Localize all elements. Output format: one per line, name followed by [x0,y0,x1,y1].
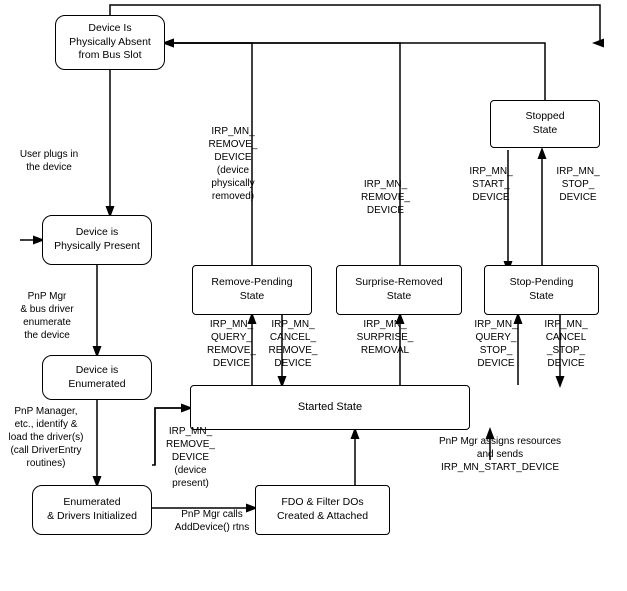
label-pnp-resources: PnP Mgr assigns resourcesand sendsIRP_MN… [400,435,600,474]
label-irp-query-stop: IRP_MN_QUERY_STOP_DEVICE [462,318,530,370]
box-started: Started State [190,385,470,430]
box-surprise-removed: Surprise-Removed State [336,265,462,315]
label-irp-start-device: IRP_MN_START_DEVICE [456,165,526,204]
box-stop-pending: Stop-Pending State [484,265,599,315]
box-drivers: Enumerated & Drivers Initialized [32,485,152,535]
box-present: Device is Physically Present [42,215,152,265]
label-plug: User plugs inthe device [5,148,93,174]
state-diagram: Device Is Physically Absent from Bus Slo… [0,0,627,591]
label-irp-cancel-stop: IRP_MN_CANCEL_STOP_DEVICE [530,318,602,370]
box-stopped: Stopped State [490,100,600,148]
box-enumerated: Device is Enumerated [42,355,152,400]
box-remove-pending: Remove-Pending State [192,265,312,315]
label-irp-remove-present: IRP_MN_REMOVE_DEVICE(devicepresent) [153,425,228,490]
label-irp-surprise-removal: IRP_MN_SURPRISE_REMOVAL [340,318,430,357]
label-irp-remove-surprise: IRP_MN_REMOVE_DEVICE [348,178,423,217]
box-fdo: FDO & Filter DOs Created & Attached [255,485,390,535]
label-pnp-adddevice: PnP Mgr callsAddDevice() rtns [162,508,262,534]
label-irp-cancel-remove: IRP_MN_CANCEL_REMOVE_DEVICE [254,318,332,370]
label-pnp-load: PnP Manager,etc., identify &load the dri… [2,405,90,470]
box-absent: Device Is Physically Absent from Bus Slo… [55,15,165,70]
label-irp-stop-device: IRP_MN_STOP_DEVICE [543,165,613,204]
label-irp-remove-phys: IRP_MN_REMOVE_DEVICE(devicephysicallyrem… [193,125,273,203]
label-pnp-enum: PnP Mgr& bus driverenumeratethe device [2,290,92,342]
